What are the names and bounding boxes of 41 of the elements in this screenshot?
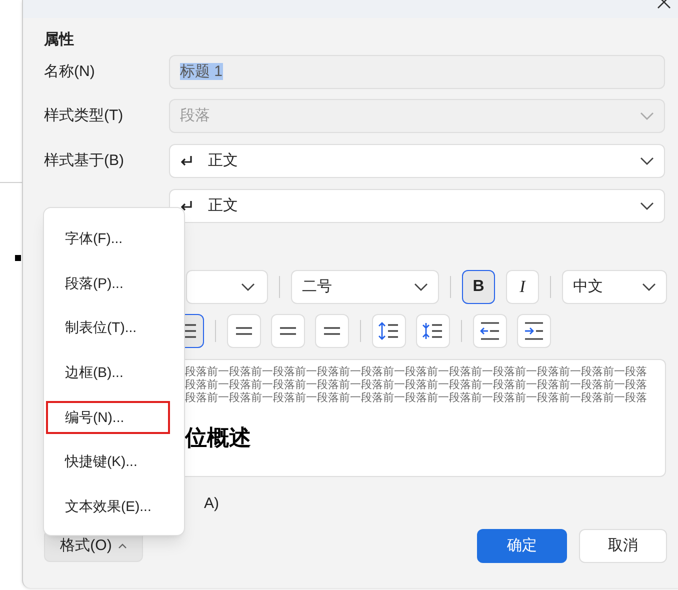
spacing-up-icon (378, 322, 400, 340)
cancel-button[interactable]: 取消 (579, 529, 667, 563)
font-size-dropdown[interactable]: 二号 (291, 270, 439, 304)
preview-heading: 位概述 (185, 425, 252, 451)
field-label: 样式基于(B) (44, 150, 125, 171)
menu-item[interactable]: 文本效果(E)... (46, 490, 170, 524)
field-value: 正文 (208, 196, 239, 216)
field-label: 样式类型(T) (44, 106, 124, 126)
spacing-down-icon (422, 322, 444, 340)
menu-item[interactable]: 制表位(T)... (46, 311, 170, 344)
outdent-icon (479, 322, 501, 340)
language-dropdown[interactable]: 中文 (562, 270, 667, 304)
menu-item[interactable]: 字体(F)... (46, 222, 170, 255)
field-value: 标题 1 (180, 62, 224, 82)
field-value: 段落 (180, 106, 211, 126)
caret-up-icon (118, 543, 127, 549)
menu-item[interactable]: 编号(N)... (46, 400, 170, 434)
chevron-down-icon (640, 202, 654, 210)
field-value: 正文 (208, 150, 239, 171)
chevron-down-icon (640, 112, 654, 120)
field-label: 名称(N) (44, 62, 96, 82)
preview-text: 段落前一段落前一段落前一段落前一段落前一段落前一段落前一段落前一段落前一段落前一段落 (185, 366, 648, 379)
bold-button[interactable]: B (462, 270, 495, 304)
option-label: A) (204, 494, 220, 514)
chevron-down-icon (241, 283, 255, 291)
preview-text: 段落前一段落前一段落前一段落前一段落前一段落前一段落前一段落前一段落前一段落前一段落 (185, 392, 648, 405)
chevron-down-icon (414, 283, 428, 291)
ok-button[interactable]: 确定 (477, 529, 567, 563)
menu-item[interactable]: 边框(B)... (46, 356, 170, 389)
dropdown[interactable]: 正文 (169, 189, 665, 223)
chevron-down-icon (642, 283, 656, 291)
close-icon[interactable] (657, 0, 671, 10)
dropdown[interactable]: 正文 (169, 144, 665, 178)
bullet-icon (15, 255, 21, 261)
indent-icon (523, 322, 545, 340)
menu-item[interactable]: 快捷键(K)... (46, 446, 170, 478)
chevron-down-icon (640, 157, 654, 165)
italic-button[interactable]: I (506, 270, 539, 304)
menu-item[interactable]: 段落(P)... (46, 266, 170, 300)
section-title: 属性 (44, 30, 75, 50)
preview-text: 段落前一段落前一段落前一段落前一段落前一段落前一段落前一段落前一段落前一段落前一段落 (185, 379, 648, 392)
